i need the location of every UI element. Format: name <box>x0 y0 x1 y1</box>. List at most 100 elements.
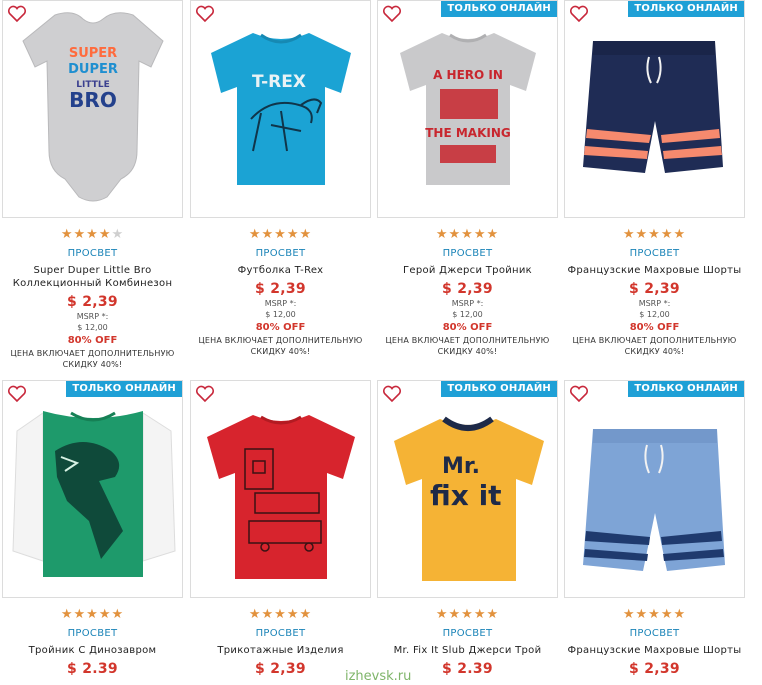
product-price: $ 2.39 <box>67 661 118 677</box>
product-info: ★★★★★ ПРОСВЕТ Французские Махровые Шорты… <box>564 607 745 678</box>
product-brand[interactable]: ПРОСВЕТ <box>190 248 371 259</box>
price-note: ЦЕНА ВКЛЮЧАЕТ ДОПОЛНИТЕЛЬНУЮ СКИДКУ 40%! <box>385 336 550 356</box>
product-info: ★★★★★ ПРОСВЕТ Super Duper Little Bro Кол… <box>2 228 183 370</box>
product-name[interactable]: Герой Джерси Тройник <box>377 264 558 277</box>
product-brand[interactable]: ПРОСВЕТ <box>2 248 183 259</box>
price-note: ЦЕНА ВКЛЮЧАЕТ ДОПОЛНИТЕЛЬНУЮ СКИДКУ 40%! <box>10 349 175 369</box>
heart-icon[interactable] <box>195 5 215 23</box>
product-brand[interactable]: ПРОСВЕТ <box>564 628 745 639</box>
rating-stars: ★★★★★ <box>60 607 125 622</box>
heart-icon[interactable] <box>382 385 402 403</box>
msrp-value: $ 12,00 <box>452 310 483 319</box>
online-only-badge: ТОЛЬКО ОНЛАЙН <box>441 381 557 397</box>
discount-label: 80% OFF <box>629 322 680 333</box>
heart-icon[interactable] <box>7 5 27 23</box>
product-card[interactable]: Mr. fix it ТОЛЬКО ОНЛАЙН ★★★★★ ПРОСВЕТ M… <box>377 380 558 685</box>
product-price: $ 2,39 <box>255 281 306 297</box>
product-image[interactable]: Mr. fix it ТОЛЬКО ОНЛАЙН <box>377 380 558 598</box>
rating-stars: ★★★★★ <box>248 227 313 242</box>
product-card[interactable]: ТОЛЬКО ОНЛАЙН ★★★★★ ПРОСВЕТ Тройник С Ди… <box>2 380 183 685</box>
product-info: ★★★★★ ПРОСВЕТ Герой Джерси Тройник $ 2,3… <box>377 228 558 357</box>
product-card[interactable]: ★★★★★ ПРОСВЕТ Трикотажные Изделия $ 2,39 <box>190 380 371 685</box>
product-image[interactable]: SUPER DUPER LITTLE BRO <box>2 0 183 218</box>
heart-icon[interactable] <box>382 5 402 23</box>
heart-icon[interactable] <box>569 5 589 23</box>
product-info: ★★★★★ ПРОСВЕТ Футболка T-Rex $ 2,39 MSRP… <box>190 228 371 357</box>
product-info: ★★★★★ ПРОСВЕТ Тройник С Динозавром $ 2.3… <box>2 607 183 678</box>
product-info: ★★★★★ ПРОСВЕТ Mr. Fix It Slub Джерси Тро… <box>377 607 558 678</box>
product-image[interactable]: ТОЛЬКО ОНЛАЙН <box>2 380 183 598</box>
product-card[interactable]: ТОЛЬКО ОНЛАЙН ★★★★★ ПРОСВЕТ Французские … <box>564 380 745 685</box>
discount-label: 80% OFF <box>442 322 493 333</box>
product-card[interactable]: SUPER DUPER LITTLE BRO ★★★★★ ПРОСВЕТ Sup… <box>2 0 183 370</box>
product-card[interactable]: A HERO IN THE MAKING ТОЛЬКО ОНЛАЙН ★★★★★… <box>377 0 558 370</box>
bodysuit-image: SUPER DUPER LITTLE BRO <box>22 12 164 202</box>
product-brand[interactable]: ПРОСВЕТ <box>377 248 558 259</box>
rating-stars: ★★★★★ <box>435 227 500 242</box>
rating-stars: ★★★★★ <box>622 227 687 242</box>
print-line: T-REX <box>252 72 306 92</box>
discount-label: 80% OFF <box>255 322 306 333</box>
product-name[interactable]: Super Duper Little Bro Коллекционный Ком… <box>2 264 183 290</box>
product-card[interactable]: T-REX ★★★★★ ПРОСВЕТ Футболка T-Rex $ 2,3… <box>190 0 371 370</box>
product-image[interactable]: T-REX <box>190 0 371 218</box>
tshirt-image: Mr. fix it <box>394 416 544 581</box>
product-name[interactable]: Футболка T-Rex <box>190 264 371 277</box>
msrp-value: $ 12,00 <box>265 310 296 319</box>
msrp-value: $ 12,00 <box>639 310 670 319</box>
product-info: ★★★★★ ПРОСВЕТ Французские Махровые Шорты… <box>564 228 745 357</box>
print-line: SUPER <box>69 46 117 61</box>
product-image[interactable]: ТОЛЬКО ОНЛАЙН <box>564 0 745 218</box>
heart-icon[interactable] <box>569 385 589 403</box>
tshirt-image: T-REX <box>211 33 351 185</box>
product-price: $ 2,39 <box>255 661 306 677</box>
rating-stars: ★★★★★ <box>435 607 500 622</box>
msrp-label: MSRP *: <box>76 312 109 321</box>
product-name[interactable]: Французские Махровые Шорты <box>564 264 745 277</box>
product-brand[interactable]: ПРОСВЕТ <box>190 628 371 639</box>
print-line: A HERO IN <box>433 68 503 82</box>
heart-icon[interactable] <box>7 385 27 403</box>
product-image[interactable] <box>190 380 371 598</box>
tshirt-image: A HERO IN THE MAKING <box>400 33 536 185</box>
product-name[interactable]: Mr. Fix It Slub Джерси Трой <box>377 644 558 657</box>
product-price: $ 2,39 <box>629 661 680 677</box>
print-line: fix it <box>430 479 502 512</box>
print-line: DUPER <box>68 62 118 77</box>
product-name[interactable]: Трикотажные Изделия <box>190 644 371 657</box>
shorts-image <box>583 429 725 571</box>
msrp-value: $ 12,00 <box>77 323 108 332</box>
heart-icon[interactable] <box>195 385 215 403</box>
rating-stars: ★★★★★ <box>622 607 687 622</box>
rating-stars: ★★★★★ <box>60 227 125 242</box>
product-brand[interactable]: ПРОСВЕТ <box>564 248 745 259</box>
price-note: ЦЕНА ВКЛЮЧАЕТ ДОПОЛНИТЕЛЬНУЮ СКИДКУ 40%! <box>572 336 737 356</box>
rating-stars: ★★★★★ <box>248 607 313 622</box>
msrp-label: MSRP *: <box>264 299 297 308</box>
product-name[interactable]: Французские Махровые Шорты <box>564 644 745 657</box>
price-note: ЦЕНА ВКЛЮЧАЕТ ДОПОЛНИТЕЛЬНУЮ СКИДКУ 40%! <box>198 336 363 356</box>
online-only-badge: ТОЛЬКО ОНЛАЙН <box>441 1 557 17</box>
msrp-label: MSRP *: <box>451 299 484 308</box>
print-line: THE MAKING <box>425 126 511 140</box>
shorts-image <box>583 41 723 173</box>
product-grid: SUPER DUPER LITTLE BRO ★★★★★ ПРОСВЕТ Sup… <box>0 0 762 685</box>
discount-label: 80% OFF <box>67 335 118 346</box>
product-name[interactable]: Тройник С Динозавром <box>2 644 183 657</box>
product-price: $ 2,39 <box>442 281 493 297</box>
tshirt-image <box>207 415 355 579</box>
print-line: Mr. <box>442 454 480 479</box>
product-image[interactable]: A HERO IN THE MAKING ТОЛЬКО ОНЛАЙН <box>377 0 558 218</box>
site-watermark: izhevsk.ru <box>345 669 412 684</box>
tshirt-image <box>12 411 176 577</box>
online-only-badge: ТОЛЬКО ОНЛАЙН <box>66 381 182 397</box>
product-price: $ 2,39 <box>67 294 118 310</box>
product-image[interactable]: ТОЛЬКО ОНЛАЙН <box>564 380 745 598</box>
print-line: BRO <box>69 88 117 112</box>
product-brand[interactable]: ПРОСВЕТ <box>377 628 558 639</box>
product-price: $ 2,39 <box>629 281 680 297</box>
product-brand[interactable]: ПРОСВЕТ <box>2 628 183 639</box>
product-card[interactable]: ТОЛЬКО ОНЛАЙН ★★★★★ ПРОСВЕТ Французские … <box>564 0 745 370</box>
online-only-badge: ТОЛЬКО ОНЛАЙН <box>628 1 744 17</box>
online-only-badge: ТОЛЬКО ОНЛАЙН <box>628 381 744 397</box>
